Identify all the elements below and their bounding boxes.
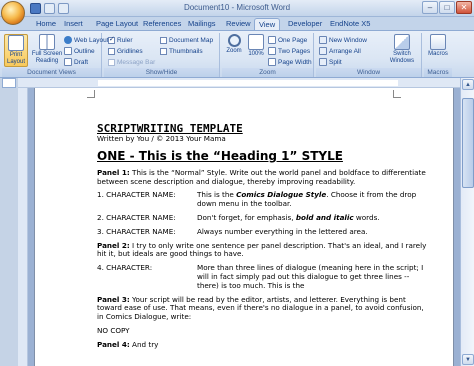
zoom-button[interactable]: Zoom [224, 34, 244, 55]
two-pages-icon [268, 47, 276, 55]
thumbnails-check[interactable] [160, 47, 167, 55]
new-window-button[interactable]: New Window [319, 35, 367, 45]
window-controls: – □ ✕ [422, 1, 472, 14]
print-layout-button[interactable]: Print Layout [4, 34, 28, 67]
group-macros: Macros Macros [424, 33, 452, 77]
panel-2-paragraph: Panel 2: I try to only write one sentenc… [97, 240, 427, 259]
dialogue-row-1: 1. CHARACTER NAME: This is the Comics Di… [97, 190, 417, 209]
group-label-zoom: Zoom [222, 68, 313, 77]
full-screen-reading-icon [39, 34, 55, 50]
split-icon [319, 58, 327, 66]
two-pages-button[interactable]: Two Pages [268, 46, 310, 56]
macros-icon [430, 34, 446, 50]
document-map-check[interactable] [160, 36, 167, 44]
dialogue-row-3: 3. CHARACTER NAME: Always number everyth… [97, 226, 368, 236]
message-bar-checkbox[interactable]: Message Bar [108, 57, 155, 67]
ribbon-tabs: Home Insert Page Layout References Maili… [0, 17, 474, 31]
document-area: SCRIPTWRITING TEMPLATE Written by You / … [28, 88, 460, 366]
panel-4-paragraph: Panel 4: And try [97, 339, 159, 349]
group-label-show-hide: Show/Hide [104, 68, 219, 77]
title-bar: Document10 - Microsoft Word – □ ✕ [0, 0, 474, 17]
ribbon: Print Layout Full Screen Reading Web Lay… [0, 30, 474, 78]
document-content[interactable]: SCRIPTWRITING TEMPLATE Written by You / … [97, 122, 432, 355]
draft-icon [64, 58, 72, 66]
ruler-toggle-button[interactable] [2, 78, 16, 88]
maximize-button[interactable]: □ [439, 1, 455, 14]
vertical-ruler[interactable] [18, 88, 28, 366]
draft-button[interactable]: Draft [64, 57, 88, 67]
panel-3-paragraph: Panel 3: Your script will be read by the… [97, 294, 424, 322]
arrange-all-icon [319, 47, 327, 55]
switch-windows-button[interactable]: Switch Windows [386, 34, 418, 65]
document-page[interactable]: SCRIPTWRITING TEMPLATE Written by You / … [34, 88, 454, 366]
page-width-icon [268, 58, 276, 66]
new-window-icon [319, 36, 327, 44]
group-document-views: Print Layout Full Screen Reading Web Lay… [2, 33, 109, 77]
group-window: New Window Arrange All Split Switch Wind… [316, 33, 422, 77]
thumbnails-checkbox[interactable]: Thumbnails [160, 46, 203, 56]
document-heading: ONE - This is the “Heading 1” STYLE [97, 148, 343, 163]
macros-button[interactable]: Macros [426, 34, 450, 58]
group-label-window: Window [316, 68, 421, 77]
globe-icon [64, 36, 72, 44]
ruler-check[interactable] [108, 35, 115, 44]
window-title: Document10 - Microsoft Word [183, 3, 291, 12]
outline-icon [64, 47, 72, 55]
crop-mark-top-left [87, 90, 95, 98]
zoom-100-icon [248, 34, 264, 50]
scroll-up-arrow[interactable]: ▲ [462, 79, 474, 90]
minimize-button[interactable]: – [422, 1, 438, 14]
close-button[interactable]: ✕ [456, 1, 472, 14]
scrollbar-thumb[interactable] [462, 98, 474, 188]
document-byline: Written by You / © 2013 Your Mama [97, 134, 226, 143]
document-map-checkbox[interactable]: Document Map [160, 35, 213, 45]
print-layout-icon [8, 35, 24, 51]
group-show-hide: Ruler Gridlines Message Bar Document Map… [104, 33, 220, 77]
vertical-scrollbar[interactable]: ▲ ▼ [460, 78, 474, 366]
split-button[interactable]: Split [319, 57, 342, 67]
dialogue-row-4: 4. CHARACTER: More than three lines of d… [97, 263, 424, 290]
one-page-icon [268, 36, 276, 44]
ruler-checkbox[interactable]: Ruler [108, 35, 133, 45]
office-button[interactable] [1, 1, 25, 25]
scroll-down-arrow[interactable]: ▼ [462, 354, 474, 365]
message-bar-check[interactable] [108, 58, 115, 66]
page-width-button[interactable]: Page Width [268, 57, 312, 67]
group-label-document-views: Document Views [2, 68, 101, 77]
zoom-100-button[interactable]: 100% [246, 34, 266, 58]
one-page-button[interactable]: One Page [268, 35, 307, 45]
horizontal-ruler[interactable] [18, 78, 462, 88]
group-zoom: Zoom 100% One Page Two Pages Page Width … [222, 33, 314, 77]
no-copy-line: NO COPY [97, 325, 130, 335]
crop-mark-top-right [393, 90, 401, 98]
gridlines-checkbox[interactable]: Gridlines [108, 46, 143, 56]
outline-button[interactable]: Outline [64, 46, 95, 56]
full-screen-reading-button[interactable]: Full Screen Reading [30, 34, 64, 65]
magnifier-icon [227, 34, 241, 47]
arrange-all-button[interactable]: Arrange All [319, 46, 361, 56]
switch-windows-icon [394, 34, 410, 50]
web-layout-button[interactable]: Web Layout [64, 35, 109, 45]
group-label-macros: Macros [424, 68, 452, 77]
dialogue-row-2: 2. CHARACTER NAME: Don't forget, for emp… [97, 212, 380, 222]
panel-1-paragraph: Panel 1: This is the “Normal” Style. Wri… [97, 167, 426, 186]
gridlines-check[interactable] [108, 47, 115, 55]
